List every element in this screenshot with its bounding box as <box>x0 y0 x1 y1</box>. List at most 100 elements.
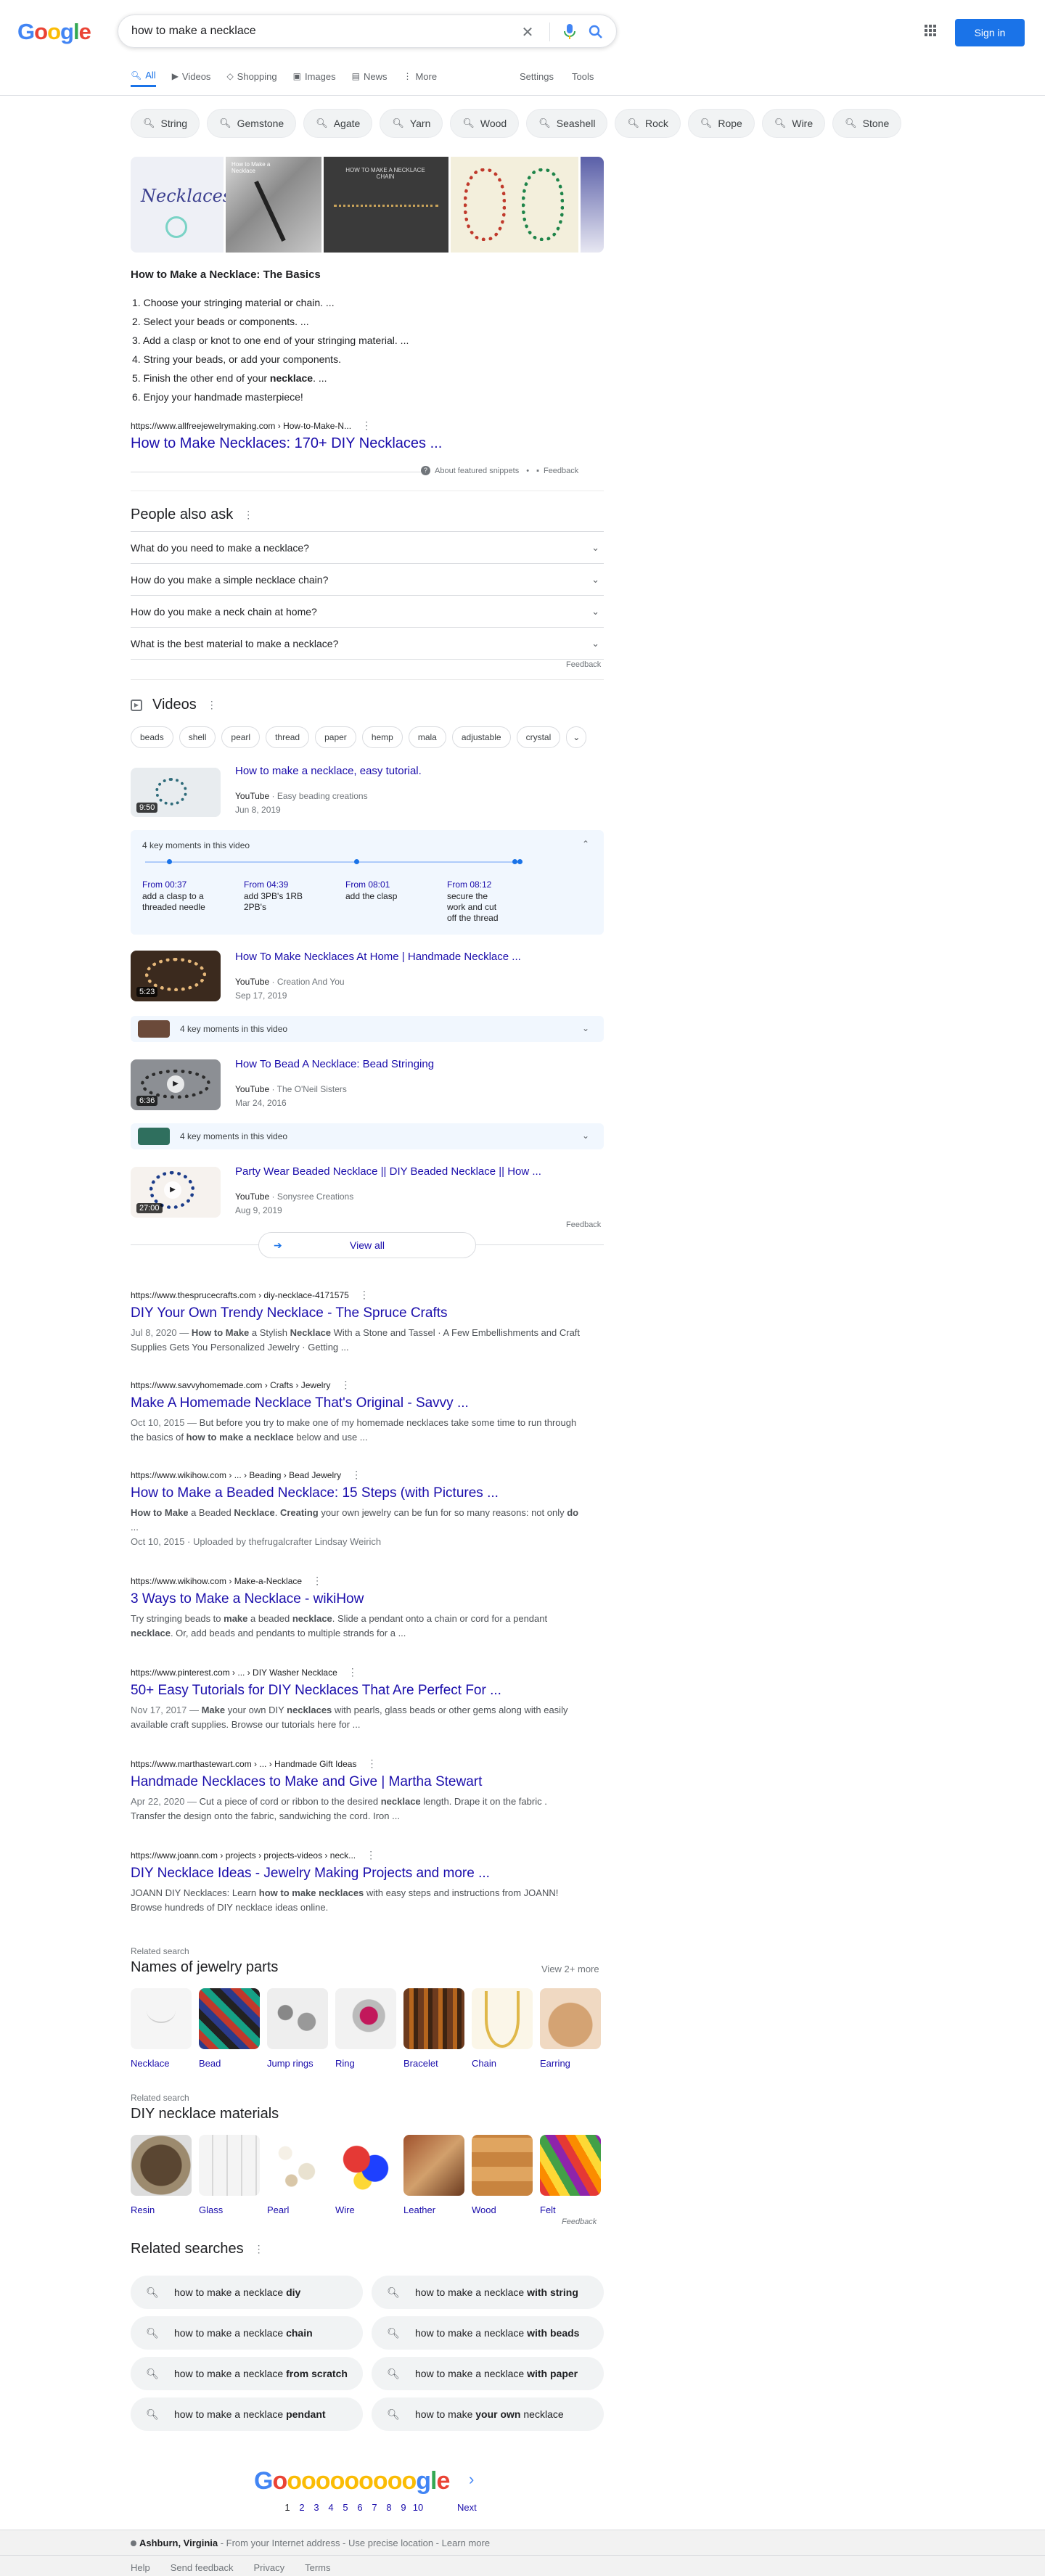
tab-shopping[interactable]: ◇ Shopping <box>226 65 276 87</box>
page-number[interactable]: 4 <box>324 2502 338 2513</box>
entity-card[interactable]: Wire <box>335 2135 396 2215</box>
tools-link[interactable]: Tools <box>572 65 594 87</box>
view-more-link[interactable]: View 2+ more <box>541 1964 599 1974</box>
footer-link-feedback[interactable]: Send feedback <box>171 2562 234 2573</box>
result-url[interactable]: https://www.joann.com › projects › proje… <box>131 1850 356 1861</box>
more-vert-icon[interactable]: ⋮ <box>254 2243 264 2255</box>
key-moment[interactable]: From 00:37 add a clasp to a threaded need… <box>142 879 229 913</box>
video-title-link[interactable]: How to make a necklace, easy tutorial. <box>235 765 422 777</box>
page-number[interactable]: 9 <box>396 2502 411 2513</box>
more-vert-icon[interactable]: ⋮ <box>361 419 372 431</box>
entity-card[interactable]: Ring <box>335 1988 396 2069</box>
related-search-item[interactable]: 🔍︎ how to make a necklace with beads <box>372 2316 604 2350</box>
video-chip[interactable]: hemp <box>361 726 403 748</box>
chip-wire[interactable]: 🔍︎ Wire <box>761 109 826 138</box>
footer-link-help[interactable]: Help <box>131 2562 150 2573</box>
entity-card[interactable]: Chain <box>472 1988 533 2069</box>
entity-card[interactable]: Bracelet <box>403 1988 464 2069</box>
video-chip[interactable]: adjustable <box>451 726 511 748</box>
entity-card[interactable]: Leather <box>403 2135 464 2215</box>
page-number[interactable]: 3 <box>309 2502 324 2513</box>
paa-question[interactable]: What is the best material to make a neck… <box>131 628 604 660</box>
entity-card[interactable]: Necklace <box>131 1988 192 2069</box>
chip-string[interactable]: 🔍︎ String <box>131 109 200 138</box>
tab-images[interactable]: ▣ Images <box>293 65 336 87</box>
video-chip[interactable]: shell <box>179 726 216 748</box>
key-moment[interactable]: From 08:12 secure the work and cut off th… <box>447 879 508 924</box>
chip-yarn[interactable]: 🔍︎ Yarn <box>380 109 443 138</box>
entity-card[interactable]: Wood <box>472 2135 533 2215</box>
chip-agate[interactable]: 🔍︎ Agate <box>303 109 373 138</box>
entity-card[interactable]: Earring <box>540 1988 601 2069</box>
featured-image-pliers[interactable]: How to Make a Necklace <box>226 157 321 253</box>
entity-card[interactable]: Resin <box>131 2135 192 2215</box>
page-number[interactable]: 2 <box>295 2502 309 2513</box>
more-vert-icon[interactable]: ⋮ <box>359 1289 369 1300</box>
paa-feedback-link[interactable]: Feedback <box>566 660 601 669</box>
feedback-link[interactable]: Feedback <box>544 467 578 475</box>
result-title-link[interactable]: DIY Necklace Ideas - Jewelry Making Proj… <box>131 1866 581 1882</box>
entity-card[interactable]: Glass <box>199 2135 260 2215</box>
tab-news[interactable]: ▤ News <box>352 65 388 87</box>
video-chip[interactable]: thread <box>266 726 310 748</box>
result-title-link[interactable]: Make A Homemade Necklace That's Original… <box>131 1395 581 1411</box>
key-moment[interactable]: From 04:39 add 3PB's 1RB 2PB's <box>244 879 324 913</box>
microphone-icon[interactable] <box>561 23 578 41</box>
result-title-link[interactable]: How to Make a Beaded Necklace: 15 Steps … <box>131 1485 581 1501</box>
video-chip[interactable]: crystal <box>516 726 561 748</box>
page-number[interactable]: 6 <box>353 2502 367 2513</box>
more-vert-icon[interactable]: ⋮ <box>207 699 217 711</box>
result-url[interactable]: https://www.wikihow.com › Make-a-Necklac… <box>131 1576 302 1586</box>
result-url[interactable]: https://www.marthastewart.com › ... › Ha… <box>131 1759 356 1769</box>
related-search-item[interactable]: 🔍︎ how to make a necklace diy <box>131 2276 363 2309</box>
paa-question[interactable]: What do you need to make a necklace? ⌄ <box>131 532 604 564</box>
video-chip[interactable]: mala <box>408 726 446 748</box>
key-moment[interactable]: From 08:01 add the clasp <box>345 879 425 902</box>
footer-link-terms[interactable]: Terms <box>305 2562 330 2573</box>
search-input[interactable]: how to make a necklace <box>131 25 256 38</box>
more-vert-icon[interactable]: ⋮ <box>351 1469 361 1480</box>
more-vert-icon[interactable]: ⋮ <box>366 1757 377 1769</box>
result-title-link[interactable]: 3 Ways to Make a Necklace - wikiHow <box>131 1591 581 1607</box>
related-search-item[interactable]: 🔍︎ how to make a necklace pendant <box>131 2397 363 2431</box>
next-page-link[interactable]: Next <box>457 2502 477 2513</box>
location-note[interactable]: - From your Internet address - Use preci… <box>218 2538 490 2548</box>
related-search-item[interactable]: 🔍︎ how to make a necklace with string <box>372 2276 604 2309</box>
moment-marker[interactable] <box>167 859 172 864</box>
featured-image-more[interactable] <box>581 157 604 253</box>
chevron-up-icon[interactable]: ⌃ <box>582 839 589 849</box>
footer-link-privacy[interactable]: Privacy <box>253 2562 284 2573</box>
result-title-link[interactable]: 50+ Easy Tutorials for DIY Necklaces Tha… <box>131 1683 581 1699</box>
settings-link[interactable]: Settings <box>520 65 554 87</box>
chevron-down-icon[interactable]: ⌄ <box>566 726 587 748</box>
result-url[interactable]: https://www.pinterest.com › ... › DIY Wa… <box>131 1668 337 1678</box>
tab-all[interactable]: 🔍︎ All <box>131 65 156 87</box>
video-title-link[interactable]: How To Make Necklaces At Home | Handmade… <box>235 951 521 963</box>
videos-feedback-link[interactable]: Feedback <box>566 1221 601 1229</box>
key-moments-collapsed[interactable]: 4 key moments in this video ⌄ <box>131 1123 604 1149</box>
video-title-link[interactable]: Party Wear Beaded Necklace || DIY Beaded… <box>235 1165 541 1178</box>
moment-marker[interactable] <box>512 859 517 864</box>
more-vert-icon[interactable]: ⋮ <box>340 1379 351 1390</box>
key-moments-collapsed[interactable]: 4 key moments in this video ⌄ <box>131 1016 604 1042</box>
featured-image-necklaces[interactable]: Necklaces <box>131 157 231 253</box>
page-number[interactable]: 8 <box>382 2502 396 2513</box>
video-chip[interactable]: beads <box>131 726 173 748</box>
result-title-link[interactable]: Handmade Necklaces to Make and Give | Ma… <box>131 1774 581 1790</box>
featured-image-chain[interactable]: HOW TO MAKE A NECKLACE CHAIN <box>324 157 448 253</box>
more-vert-icon[interactable]: ⋮ <box>243 509 253 521</box>
chip-wood[interactable]: 🔍︎ Wood <box>450 109 520 138</box>
about-featured-snippets-link[interactable]: About featured snippets <box>435 467 519 475</box>
chip-rope[interactable]: 🔍︎ Rope <box>687 109 755 138</box>
apps-grid-icon[interactable] <box>922 22 939 39</box>
entity-card[interactable]: Bead <box>199 1988 260 2069</box>
view-all-videos-button[interactable]: ➔ View all <box>258 1232 476 1258</box>
video-thumbnail[interactable]: ▶ 27:00 <box>131 1167 221 1218</box>
featured-result-link[interactable]: How to Make Necklaces: 170+ DIY Necklace… <box>131 435 442 452</box>
materials-feedback-link[interactable]: Feedback <box>562 2218 597 2226</box>
result-url[interactable]: https://www.thesprucecrafts.com › diy-ne… <box>131 1290 349 1300</box>
google-logo[interactable]: Google <box>17 19 91 45</box>
more-vert-icon[interactable]: ⋮ <box>312 1575 322 1586</box>
search-box[interactable]: how to make a necklace ✕ <box>118 15 617 48</box>
chip-rock[interactable]: 🔍︎ Rock <box>615 109 681 138</box>
